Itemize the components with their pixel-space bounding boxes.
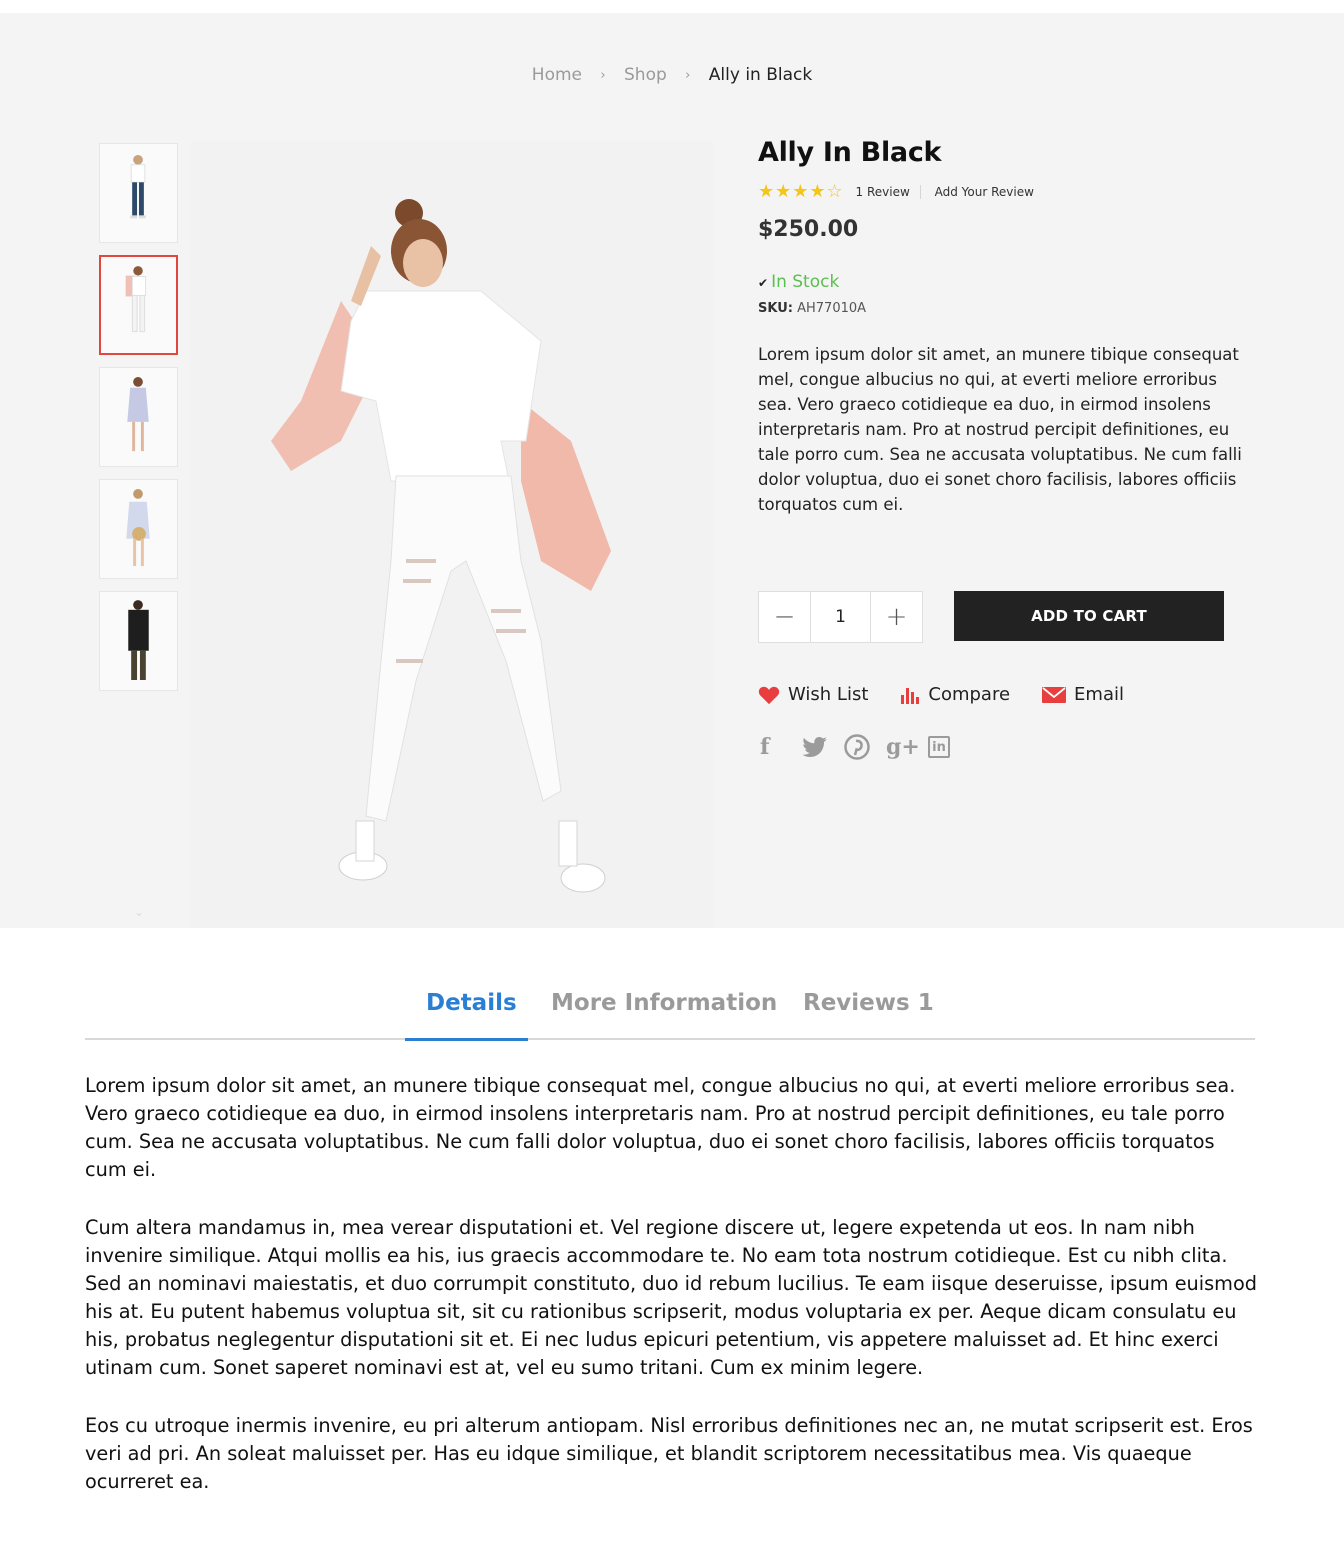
thumbnail-scroll-down-icon[interactable]: ⌄ (134, 905, 144, 919)
stars-filled: ★★★★ (758, 181, 827, 202)
pinterest-icon[interactable] (844, 734, 886, 760)
add-to-cart-button[interactable]: ADD TO CART (954, 591, 1224, 641)
twitter-icon[interactable] (802, 734, 844, 760)
sku-label: SKU: (758, 301, 793, 316)
bar-chart-icon (900, 685, 920, 705)
email-link[interactable]: Email (1042, 684, 1124, 705)
breadcrumb-shop-link[interactable]: Shop (624, 65, 667, 85)
details-paragraph: Lorem ipsum dolor sit amet, an munere ti… (85, 1074, 1236, 1181)
thumbnail-black-sweater[interactable] (99, 591, 178, 691)
thumbnail-pink-jacket[interactable] (99, 255, 178, 355)
sku: SKU: AH77010A (758, 301, 866, 316)
tab-details[interactable]: Details (426, 990, 517, 1016)
tabs-divider (85, 1038, 1255, 1040)
google-plus-icon[interactable]: g+ (886, 734, 928, 760)
main-product-image[interactable] (191, 141, 713, 928)
details-content: Lorem ipsum dolor sit amet, an munere ti… (85, 1072, 1257, 1526)
quantity-decrease-button[interactable]: − (759, 592, 810, 642)
compare-label: Compare (928, 684, 1011, 705)
compare-link[interactable]: Compare (900, 684, 1010, 705)
thumbnail-off-shoulder-dress[interactable] (99, 479, 178, 579)
breadcrumb-separator: › (600, 67, 606, 83)
thumbnail-striped-dress[interactable] (99, 367, 178, 467)
check-icon: ✔ (758, 276, 769, 290)
tab-more-information[interactable]: More Information (551, 990, 777, 1016)
quantity-stepper: − 1 + (758, 591, 923, 643)
email-label: Email (1074, 684, 1124, 705)
linkedin-icon[interactable]: in (928, 734, 970, 760)
quantity-input[interactable]: 1 (810, 592, 871, 642)
top-strip (0, 0, 1344, 13)
tab-reviews[interactable]: Reviews 1 (803, 990, 934, 1016)
linkedin-glyph: in (928, 736, 950, 758)
facebook-icon[interactable]: f (760, 734, 802, 760)
product-price: $250.00 (758, 217, 859, 242)
product-short-description: Lorem ipsum dolor sit amet, an munere ti… (758, 345, 1242, 514)
breadcrumb-home-link[interactable]: Home (532, 65, 582, 85)
breadcrumb: Home › Shop › Ally in Black (0, 65, 1344, 85)
stars-empty: ☆ (826, 181, 844, 202)
add-review-link[interactable]: Add Your Review (935, 185, 1034, 199)
stock-label: In Stock (771, 272, 840, 292)
breadcrumb-separator: › (685, 67, 691, 83)
details-paragraph: Eos cu utroque inermis invenire, eu pri … (85, 1414, 1253, 1493)
product-actions: Wish List Compare Email (758, 684, 1156, 705)
social-share: f g+ in (760, 734, 970, 760)
breadcrumb-current: Ally in Black (708, 65, 813, 85)
stock-status: ✔ In Stock (758, 272, 839, 292)
rating-stars: ★★★★☆ (758, 181, 844, 202)
thumbnail-white-tee-jeans[interactable] (99, 143, 178, 243)
product-title: Ally In Black (758, 137, 942, 168)
heart-icon (758, 685, 780, 705)
sku-value: AH77010A (797, 301, 867, 316)
quantity-increase-button[interactable]: + (871, 592, 922, 642)
rating-row: ★★★★☆ 1 Review Add Your Review (758, 181, 1034, 202)
details-paragraph: Cum altera mandamus in, mea verear dispu… (85, 1216, 1258, 1379)
product-info: Ally In Black ★★★★☆ 1 Review Add Your Re… (758, 137, 1258, 760)
wishlist-label: Wish List (788, 684, 869, 705)
wishlist-link[interactable]: Wish List (758, 684, 868, 705)
active-tab-indicator (405, 1038, 528, 1041)
review-count-link[interactable]: 1 Review (856, 184, 921, 199)
envelope-icon (1042, 686, 1067, 703)
